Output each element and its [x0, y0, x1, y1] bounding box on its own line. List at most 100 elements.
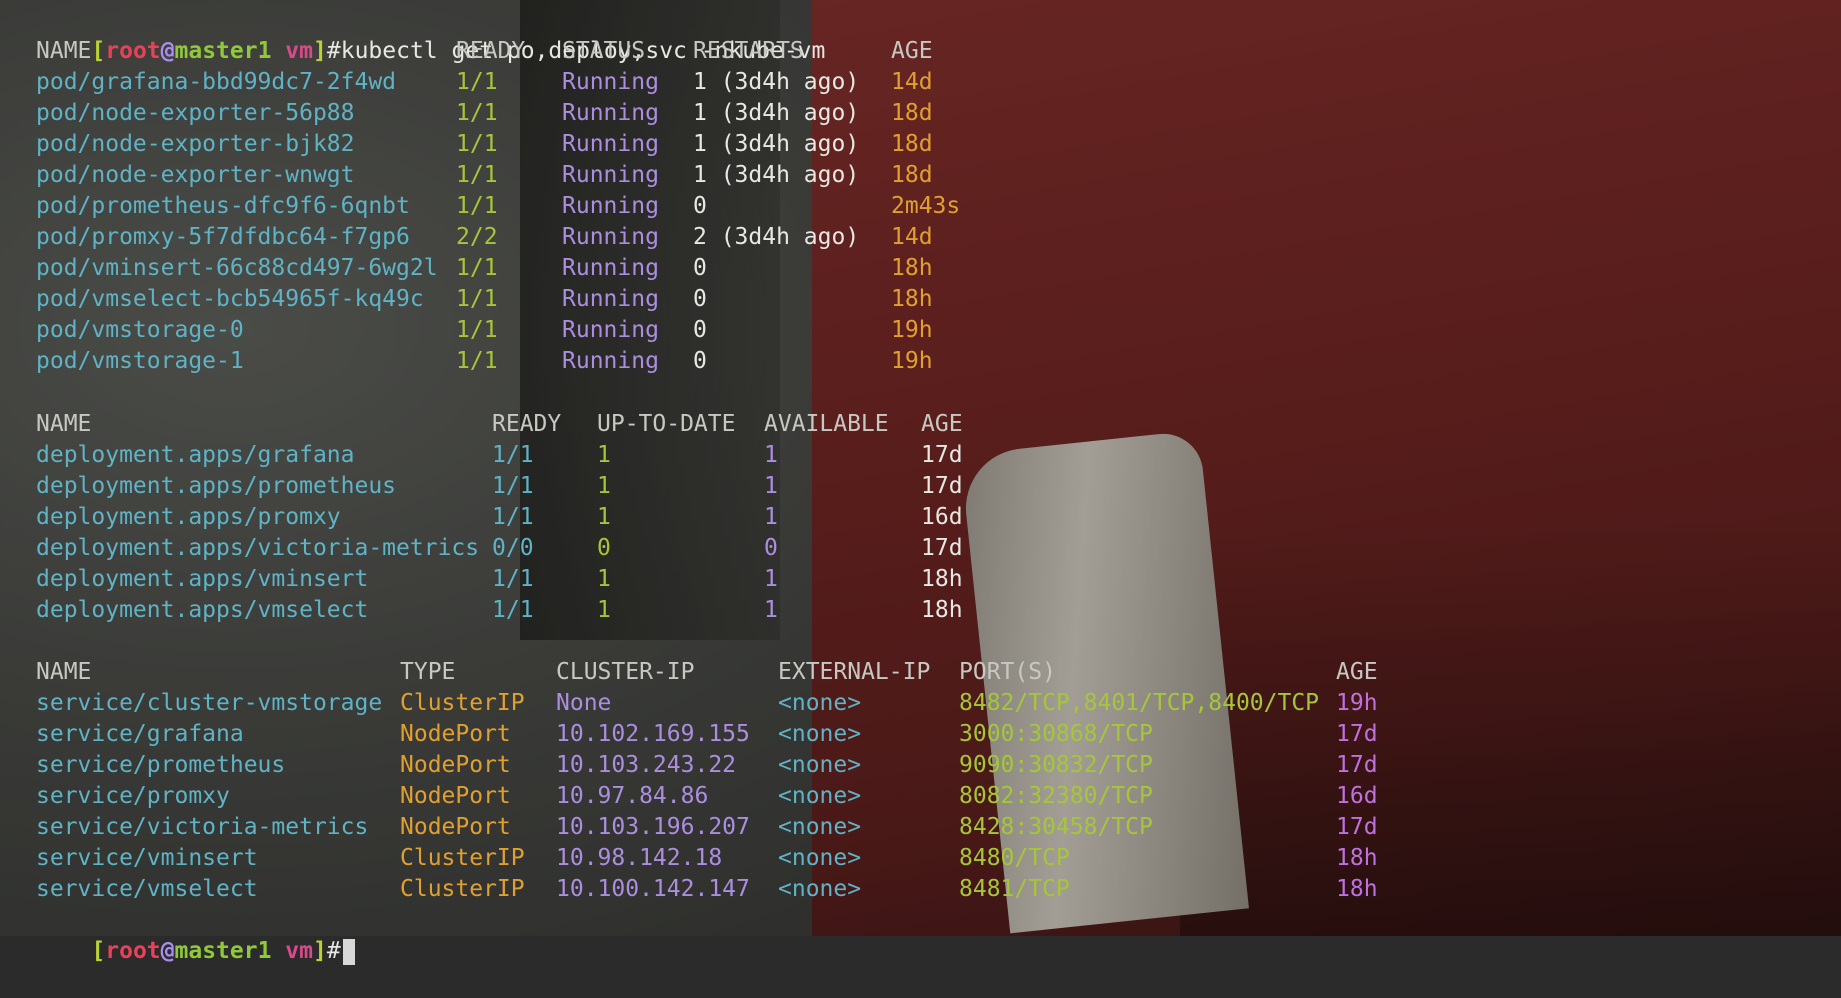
deployment-name: deployment.apps/victoria-metrics: [36, 535, 480, 561]
pod-status: Running: [562, 193, 659, 219]
pod-age: 19h: [891, 317, 933, 343]
pod-restarts: 0: [693, 193, 707, 219]
pod-status: Running: [562, 317, 659, 343]
service-external-ip: <none>: [778, 845, 862, 871]
pod-ready: 1/1: [456, 348, 498, 374]
service-name: service/vmselect: [36, 876, 258, 902]
pod-name: pod/vminsert-66c88cd497-6wg2l: [36, 255, 438, 281]
prompt-at: @: [160, 38, 175, 64]
service-external-ip: <none>: [778, 814, 862, 840]
pod-ready: 1/1: [456, 100, 498, 126]
column-header: AGE: [891, 38, 933, 64]
deployment-uptodate: 1: [597, 597, 611, 623]
pod-ready: 1/1: [456, 286, 498, 312]
service-cluster-ip: 10.103.196.207: [556, 814, 750, 840]
service-cluster-ip: None: [556, 690, 612, 716]
pod-age: 18d: [891, 162, 933, 188]
service-name: service/vminsert: [36, 845, 258, 871]
service-ports: 8428:30458/TCP: [959, 814, 1153, 840]
service-age: 17d: [1336, 814, 1378, 840]
pod-status: Running: [562, 162, 659, 188]
service-type: ClusterIP: [400, 845, 525, 871]
deployment-ready: 1/1: [492, 442, 534, 468]
service-name: service/promxy: [36, 783, 230, 809]
deployment-available: 1: [764, 566, 778, 592]
service-external-ip: <none>: [778, 690, 862, 716]
column-header: UP-TO-DATE: [597, 411, 736, 437]
prompt-user: root: [105, 38, 161, 64]
column-header: NAME: [36, 38, 92, 64]
service-ports: 9090:30832/TCP: [959, 752, 1153, 778]
service-cluster-ip: 10.98.142.18: [556, 845, 723, 871]
command-line: [root@master1 vm]#kubectl get po,deploy,…: [36, 5, 825, 64]
prompt-bracket: [: [91, 38, 106, 64]
pod-status: Running: [562, 286, 659, 312]
service-age: 16d: [1336, 783, 1378, 809]
deployment-ready: 1/1: [492, 504, 534, 530]
pod-restarts: 2 (3d4h ago): [693, 224, 860, 250]
pod-restarts: 0: [693, 286, 707, 312]
deployment-age: 18h: [921, 566, 963, 592]
service-ports: 3000:30868/TCP: [959, 721, 1153, 747]
service-type: NodePort: [400, 721, 511, 747]
service-external-ip: <none>: [778, 783, 862, 809]
column-header: READY: [492, 411, 562, 437]
pod-name: pod/vmstorage-0: [36, 317, 244, 343]
service-external-ip: <none>: [778, 876, 862, 902]
service-cluster-ip: 10.103.243.22: [556, 752, 737, 778]
service-ports: 8481/TCP: [959, 876, 1070, 902]
column-header: AGE: [921, 411, 963, 437]
column-header: RESTARTS: [693, 38, 804, 64]
pod-ready: 1/1: [456, 255, 498, 281]
column-header: NAME: [36, 411, 92, 437]
pod-restarts: 1 (3d4h ago): [693, 131, 860, 157]
pod-ready: 2/2: [456, 224, 498, 250]
deployment-ready: 1/1: [492, 566, 534, 592]
column-header: AGE: [1336, 659, 1378, 685]
prompt-bracket: ]: [313, 38, 327, 64]
service-age: 18h: [1336, 876, 1378, 902]
deployment-uptodate: 1: [597, 442, 611, 468]
deployment-ready: 0/0: [492, 535, 534, 561]
service-external-ip: <none>: [778, 721, 862, 747]
pod-name: pod/node-exporter-56p88: [36, 100, 355, 126]
terminal-window[interactable]: [root@master1 vm]#kubectl get po,deploy,…: [0, 0, 1841, 965]
column-header: AVAILABLE: [764, 411, 889, 437]
pod-restarts: 0: [693, 317, 707, 343]
deployment-uptodate: 0: [597, 535, 611, 561]
column-header: PORT(S): [959, 659, 1056, 685]
column-header: EXTERNAL-IP: [778, 659, 931, 685]
deployment-available: 1: [764, 442, 778, 468]
prompt-line[interactable]: [root@master1 vm]#: [36, 905, 355, 965]
deployment-ready: 1/1: [492, 473, 534, 499]
pod-name: pod/node-exporter-bjk82: [36, 131, 355, 157]
pod-status: Running: [562, 100, 659, 126]
pod-name: pod/grafana-bbd99dc7-2f4wd: [36, 69, 397, 95]
pod-age: 18h: [891, 255, 933, 281]
prompt-dir: vm: [285, 38, 313, 64]
pod-name: pod/vmstorage-1: [36, 348, 244, 374]
deployment-age: 17d: [921, 442, 963, 468]
pod-age: 14d: [891, 69, 933, 95]
pod-ready: 1/1: [456, 131, 498, 157]
pod-age: 18d: [891, 100, 933, 126]
pod-name: pod/vmselect-bcb54965f-kq49c: [36, 286, 424, 312]
deployment-age: 18h: [921, 597, 963, 623]
pod-restarts: 1 (3d4h ago): [693, 69, 860, 95]
service-age: 17d: [1336, 721, 1378, 747]
deployment-ready: 1/1: [492, 597, 534, 623]
text-cursor: [342, 938, 355, 965]
deployment-name: deployment.apps/promxy: [36, 504, 341, 530]
service-age: 17d: [1336, 752, 1378, 778]
deployment-age: 17d: [921, 535, 963, 561]
service-name: service/grafana: [36, 721, 244, 747]
service-type: NodePort: [400, 752, 511, 778]
column-header: READY: [456, 38, 526, 64]
pod-status: Running: [562, 131, 659, 157]
pod-age: 19h: [891, 348, 933, 374]
service-type: ClusterIP: [400, 690, 525, 716]
pod-ready: 1/1: [456, 69, 498, 95]
pod-age: 18h: [891, 286, 933, 312]
deployment-available: 0: [764, 535, 778, 561]
service-cluster-ip: 10.100.142.147: [556, 876, 750, 902]
